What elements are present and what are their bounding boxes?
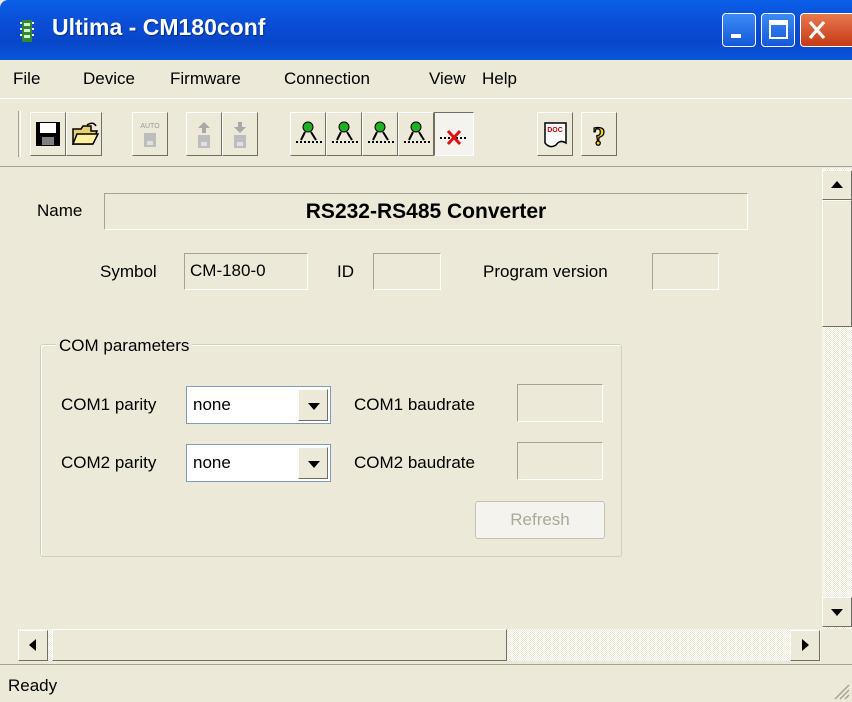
program-version-field[interactable] (652, 253, 719, 290)
connect-com1-button[interactable] (290, 112, 326, 156)
menu-connection[interactable]: Connection (284, 69, 370, 89)
com2-baudrate-field[interactable] (517, 442, 603, 480)
doc-icon: DOC (544, 122, 567, 148)
status-text: Ready (8, 676, 58, 695)
name-label: Name (37, 201, 83, 220)
menu-view[interactable]: View (429, 69, 466, 89)
disconnect-icon (440, 129, 468, 146)
symbol-field[interactable]: CM-180-0 (184, 253, 308, 290)
help-icon: ? (592, 121, 606, 149)
com2-baudrate-label: COM2 baudrate (354, 453, 475, 472)
com1-baudrate-label: COM1 baudrate (354, 395, 475, 414)
id-field[interactable] (373, 253, 441, 290)
scrollbar-corner (822, 629, 852, 661)
chevron-down-icon[interactable] (298, 447, 328, 479)
connect-com3-button[interactable] (362, 112, 398, 156)
close-button[interactable] (800, 13, 852, 47)
close-icon (808, 20, 826, 40)
com2-parity-value: none (193, 453, 231, 472)
com2-parity-label: COM2 parity (61, 453, 157, 472)
connect-4-icon (404, 121, 430, 143)
svg-text:?: ? (593, 122, 606, 149)
auto-icon: AUTO (140, 123, 160, 147)
open-button[interactable] (66, 112, 102, 156)
scroll-right-button[interactable] (790, 630, 820, 661)
download-icon (234, 122, 246, 148)
connect-com4-button[interactable] (398, 112, 434, 156)
com1-baudrate-field[interactable] (517, 384, 603, 422)
id-label: ID (337, 262, 354, 281)
menu-file[interactable]: File (13, 69, 40, 89)
upload-button[interactable] (186, 112, 222, 156)
minimize-button[interactable] (722, 13, 756, 47)
device-name-field: RS232-RS485 Converter (104, 193, 748, 230)
save-icon (36, 122, 60, 146)
maximize-button[interactable] (761, 13, 795, 47)
com1-parity-label: COM1 parity (61, 395, 157, 414)
open-folder-icon (71, 122, 99, 145)
arrow-right-icon (802, 639, 809, 651)
app-icon (20, 20, 34, 42)
menu-help[interactable]: Help (482, 69, 517, 89)
horizontal-scroll-thumb[interactable] (52, 629, 507, 661)
auto-button[interactable]: AUTO (132, 112, 168, 156)
help-button[interactable]: ? (581, 112, 617, 156)
com2-parity-select[interactable]: none (186, 444, 331, 482)
documentation-button[interactable]: DOC (537, 112, 573, 156)
scroll-down-button[interactable] (822, 597, 852, 627)
minimize-icon (731, 34, 741, 38)
download-button[interactable] (222, 112, 258, 156)
arrow-up-icon (831, 181, 843, 188)
com-parameters-legend: COM parameters (56, 336, 193, 356)
status-bar (0, 664, 852, 702)
window-title: Ultima - CM180conf (52, 14, 266, 40)
scroll-left-button[interactable] (18, 630, 48, 661)
chevron-down-icon[interactable] (298, 389, 328, 421)
connect-com2-button[interactable] (326, 112, 362, 156)
disconnect-button[interactable] (434, 112, 474, 156)
connect-2-icon (332, 121, 358, 143)
menu-device[interactable]: Device (83, 69, 135, 89)
vertical-scroll-thumb[interactable] (822, 200, 852, 327)
svg-text:DOC: DOC (547, 127, 563, 134)
symbol-label: Symbol (100, 262, 157, 281)
resize-grip-icon[interactable] (832, 682, 850, 700)
connect-1-icon (296, 121, 322, 143)
program-version-label: Program version (483, 262, 608, 281)
upload-icon (198, 122, 210, 148)
com1-parity-value: none (193, 395, 231, 414)
menu-firmware[interactable]: Firmware (170, 69, 241, 89)
save-button[interactable] (30, 112, 66, 156)
toolbar-grip[interactable] (18, 111, 21, 157)
refresh-button[interactable]: Refresh (475, 501, 605, 539)
svg-text:AUTO: AUTO (140, 123, 160, 130)
arrow-left-icon (29, 639, 36, 651)
maximize-icon (769, 20, 788, 39)
com1-parity-select[interactable]: none (186, 386, 331, 424)
connect-3-icon (368, 121, 394, 143)
arrow-down-icon (831, 609, 843, 616)
scroll-up-button[interactable] (822, 170, 852, 200)
